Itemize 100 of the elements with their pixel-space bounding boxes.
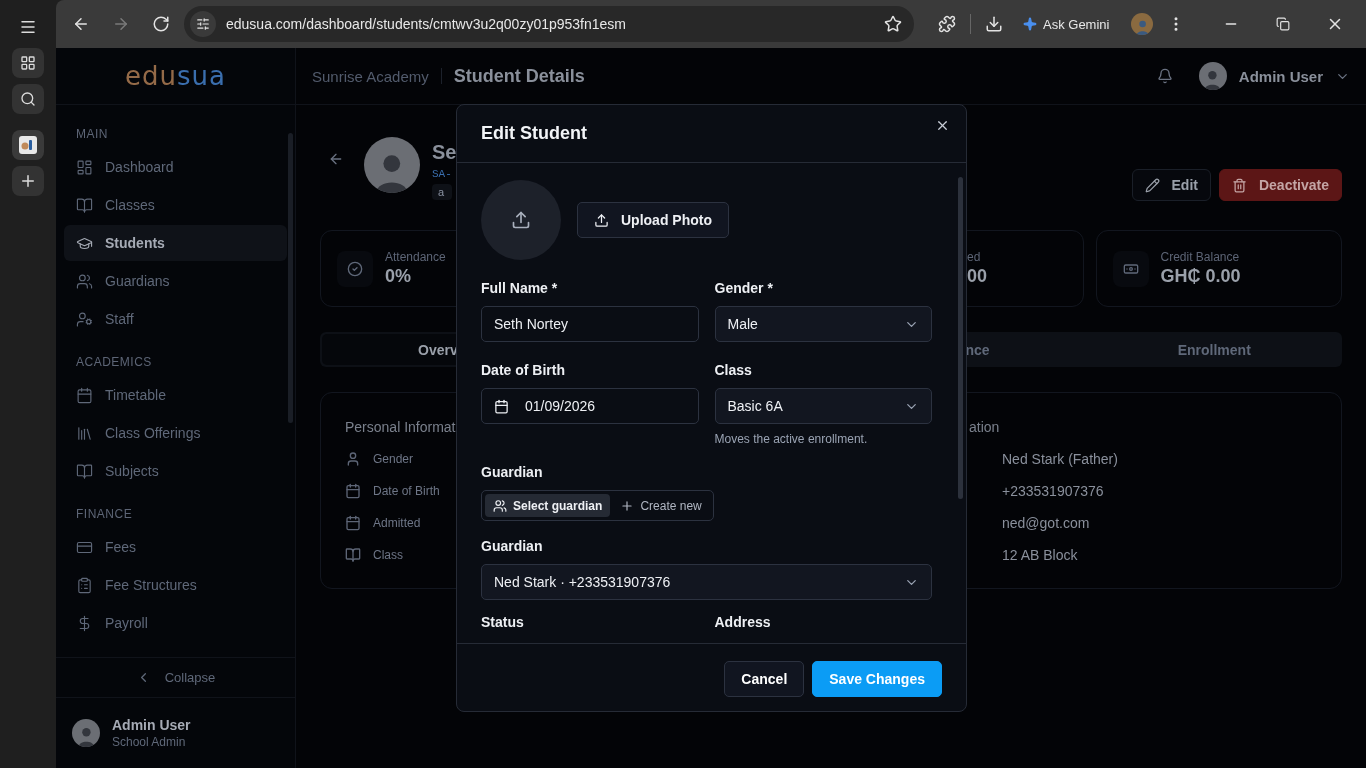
user-icon [345, 450, 361, 467]
grid-icon[interactable] [20, 55, 36, 71]
trash-icon[interactable] [1231, 177, 1247, 193]
stat-label: ed [967, 250, 982, 264]
field-label: Date of Birth [373, 483, 440, 498]
calendar-icon[interactable] [494, 398, 509, 414]
tab[interactable]: Enrollment [1088, 334, 1340, 365]
search-icon[interactable] [20, 91, 36, 107]
plus-icon[interactable] [19, 172, 37, 190]
book-icon [345, 546, 361, 563]
field-label: Status [481, 614, 525, 630]
upload-icon[interactable] [511, 210, 531, 230]
calendar-icon [345, 514, 361, 531]
field-label: Admitted [373, 515, 421, 530]
nav-item[interactable]: Fee Structures [64, 567, 287, 603]
school-name: Sunrise Academy [312, 67, 429, 85]
card-title: ation [969, 419, 1001, 435]
section-title: FINANCE [75, 507, 134, 521]
upload-icon[interactable] [594, 212, 609, 228]
dashboard-icon [76, 158, 93, 176]
book-icon [76, 196, 93, 214]
nav-item[interactable]: Timetable [64, 377, 287, 413]
dialog-title: Edit Student [481, 123, 587, 144]
card-title: Personal Informat [345, 419, 457, 435]
nav-item[interactable]: Students [64, 225, 287, 261]
field-label: Class [714, 362, 753, 378]
name-field[interactable]: Seth Nortey [481, 306, 699, 342]
stat-label: Attendance [385, 250, 446, 264]
site-settings-icon[interactable] [196, 17, 210, 31]
back-icon[interactable] [72, 15, 90, 33]
url-text: edusua.com/dashboard/students/cmtwv3u2q00zy01p953fn1esm [226, 16, 628, 32]
stat-label: Credit Balance [1160, 250, 1241, 264]
sparkle-icon[interactable] [1023, 17, 1037, 31]
edit-button[interactable]: Edit [1131, 169, 1211, 201]
nav-item[interactable]: Classes [64, 187, 287, 223]
puzzle-icon[interactable] [938, 15, 956, 33]
field-label: Guardian [481, 538, 544, 554]
restore-icon[interactable] [1276, 17, 1290, 31]
stat-value: 00 [967, 266, 988, 287]
person-icon [1135, 18, 1150, 35]
field-hint: Moves the active enrollment. [714, 432, 869, 446]
pencil-icon[interactable] [1144, 177, 1160, 193]
close-button[interactable] [935, 118, 950, 133]
segment-button[interactable]: Create new [612, 494, 710, 517]
user-name: Admin User [112, 717, 191, 733]
user-role: School Admin [112, 735, 187, 749]
section-title: ACADEMICS [75, 355, 153, 369]
student-id: SA- [432, 168, 452, 180]
plus-icon[interactable] [620, 498, 635, 513]
library-icon [76, 424, 93, 442]
person-icon [1204, 69, 1222, 90]
segment-button[interactable]: Select guardian [485, 494, 611, 517]
field-label: Date of Birth [481, 362, 566, 378]
person-icon [77, 726, 95, 747]
bell-icon[interactable] [1156, 68, 1173, 84]
users-icon[interactable] [493, 498, 507, 513]
site-icon[interactable] [19, 136, 37, 154]
stat-value: 0% [385, 266, 412, 287]
nav-item[interactable]: Payroll [64, 605, 287, 641]
nav-item[interactable]: Subjects [64, 453, 287, 489]
field-label: Gender * [714, 280, 774, 296]
scrollbar[interactable] [958, 177, 963, 499]
date-field[interactable]: 01/09/2026 [481, 388, 699, 424]
field-label: Address [714, 614, 772, 630]
clipboard-icon [76, 576, 93, 594]
upload-photo-button[interactable]: Upload Photo [577, 202, 729, 238]
deactivate-button[interactable]: Deactivate [1218, 169, 1342, 201]
class-select[interactable]: Basic 6A [714, 388, 932, 424]
user-name[interactable]: Admin User [1238, 67, 1323, 85]
menu-icon[interactable] [19, 18, 37, 36]
field-label: Full Name * [481, 280, 559, 296]
address-bar[interactable]: edusua.com/dashboard/students/cmtwv3u2q00zy01p953fn1esm [184, 6, 914, 42]
nav-item[interactable]: Guardians [64, 263, 287, 299]
users-icon [76, 272, 93, 290]
field-value: Ned Stark (Father) [1002, 450, 1118, 467]
nav-item[interactable]: Class Offerings [64, 415, 287, 451]
calendar-icon [345, 482, 361, 499]
gender-select[interactable]: Male [714, 306, 932, 342]
check-circle-icon [347, 260, 363, 277]
field-label: Guardian [481, 464, 544, 480]
user-gear-icon [76, 310, 93, 328]
reload-icon[interactable] [152, 15, 170, 33]
star-icon[interactable] [884, 15, 902, 33]
download-icon[interactable] [985, 15, 1003, 33]
cancel-button[interactable]: Cancel [724, 660, 805, 697]
stat-value: GH₵ 0.00 [1160, 266, 1241, 287]
field-label: Gender [373, 451, 414, 466]
guardian-select[interactable]: Ned Stark · +233531907376 [481, 564, 932, 600]
scrollbar[interactable] [288, 133, 293, 423]
back-button[interactable] [328, 151, 344, 167]
nav-item[interactable]: Staff [64, 301, 287, 337]
nav-item[interactable]: Dashboard [64, 149, 287, 185]
nav-item[interactable]: Fees [64, 529, 287, 565]
status-badge: a [432, 184, 452, 200]
field-value: ned@got.com [1002, 514, 1090, 531]
calendar-icon [76, 386, 93, 404]
gemini-button[interactable]: Ask Gemini [1017, 12, 1116, 36]
field-value: 12 AB Block [1002, 546, 1078, 563]
collapse-button[interactable]: Collapse [56, 657, 295, 697]
user-avatar[interactable] [1198, 62, 1227, 90]
